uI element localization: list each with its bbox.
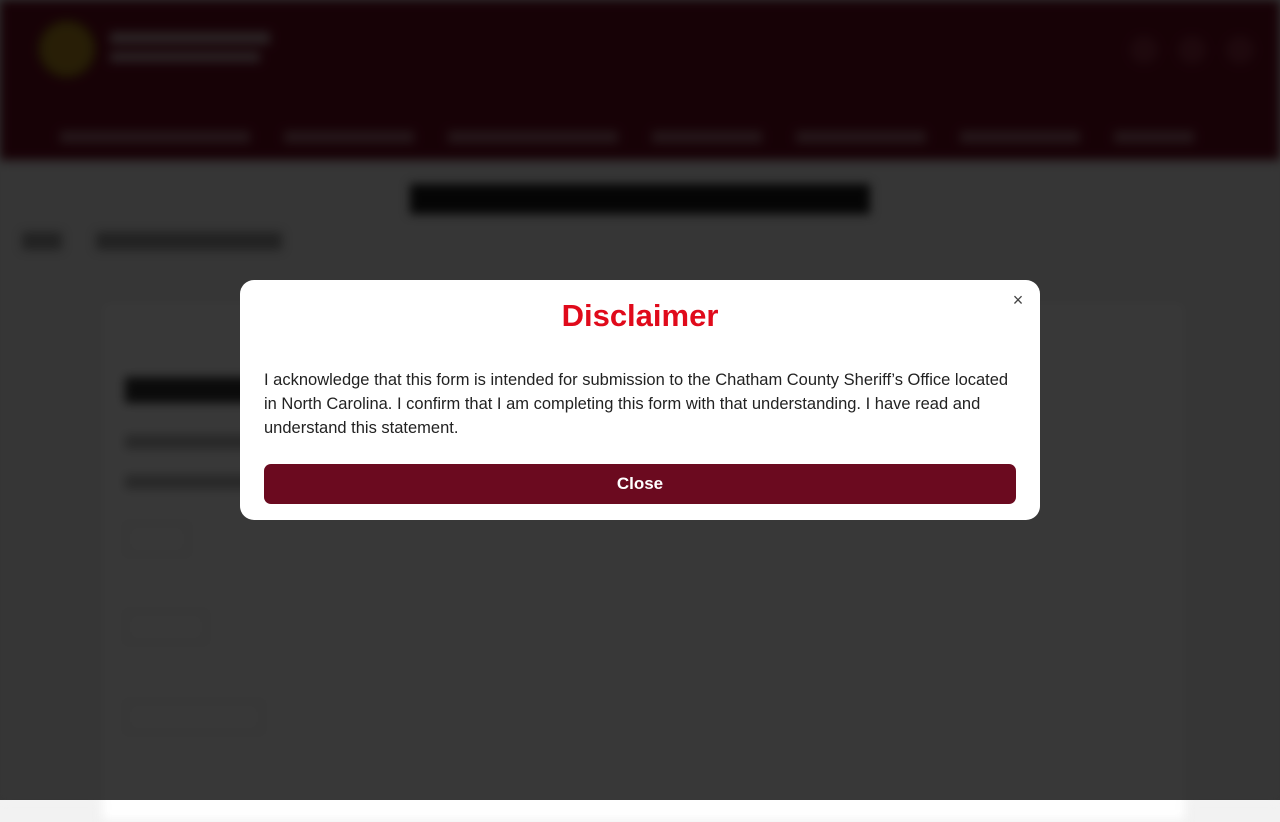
disclaimer-modal: Disclaimer × I acknowledge that this for…	[240, 280, 1040, 520]
close-button[interactable]: Close	[264, 464, 1016, 504]
close-icon[interactable]: ×	[1008, 290, 1028, 310]
modal-title: Disclaimer	[561, 298, 719, 333]
disclaimer-text: I acknowledge that this form is intended…	[264, 371, 1009, 437]
